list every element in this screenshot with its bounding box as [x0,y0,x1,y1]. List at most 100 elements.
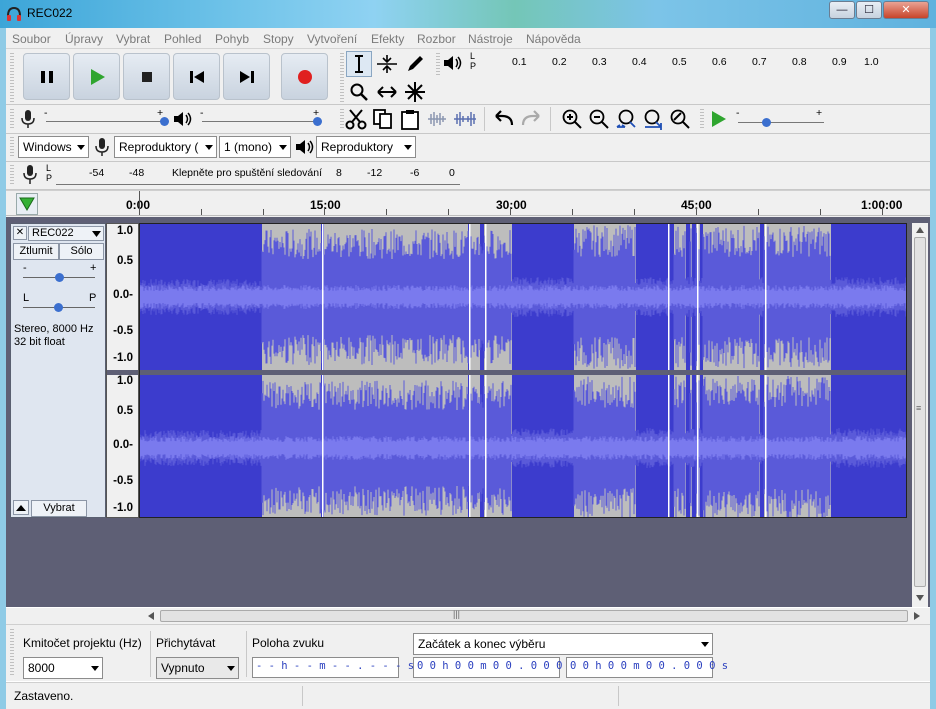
playback-tick: 0.1 [512,56,527,68]
skip-to-end-button[interactable] [223,53,270,100]
recording-volume-slider[interactable] [46,121,164,122]
menu-vytvoreni[interactable]: Vytvoření [307,32,357,46]
toolbar-gripper[interactable] [10,137,14,157]
zoom-tool[interactable] [346,79,372,105]
pause-button[interactable] [23,53,70,100]
menu-rozbor[interactable]: Rozbor [417,32,456,46]
playback-device-select[interactable]: Reproduktory [316,136,416,158]
toolbar-gripper[interactable] [10,109,14,129]
toolbar-gripper[interactable] [340,109,344,129]
recording-device-select[interactable]: Reproduktory ( [114,136,217,158]
trim-audio-icon[interactable] [426,110,448,128]
maximize-button[interactable]: ☐ [856,1,882,19]
ruler-tick [696,207,697,215]
play-at-speed-icon[interactable] [709,109,729,129]
project-rate-select[interactable]: 8000 [23,657,103,679]
record-tick: 8 [336,167,342,179]
menu-soubor[interactable]: Soubor [12,32,51,46]
record-button[interactable] [281,53,328,100]
chevron-down-icon [92,231,101,237]
track-close-button[interactable]: ✕ [13,226,27,240]
scroll-down-icon[interactable] [916,595,924,601]
track-control-panel[interactable]: ✕ REC022 Ztlumit Sólo - + L P Stereo, 80… [10,223,106,518]
redo-icon[interactable] [519,109,543,129]
collapse-track-button[interactable] [13,500,29,515]
window-frame-right [930,28,936,709]
scroll-left-icon[interactable] [148,612,154,620]
close-window-button[interactable]: ✕ [883,1,929,19]
minimize-button[interactable]: — [829,1,855,19]
selection-tool[interactable] [346,51,372,77]
toolbar-gripper[interactable] [436,53,440,75]
horizontal-scroll-thumb[interactable] [160,610,908,622]
solo-button[interactable]: Sólo [59,243,104,260]
multi-tool[interactable] [402,79,428,105]
snap-to-select[interactable]: Vypnuto [156,657,239,679]
menu-vybrat[interactable]: Vybrat [116,32,150,46]
envelope-tool[interactable] [374,51,400,77]
gain-slider-thumb[interactable] [55,273,64,282]
microphone-icon [95,138,109,156]
menu-nastroje[interactable]: Nástroje [468,32,513,46]
menu-upravy[interactable]: Úpravy [65,32,103,46]
toolbar-gripper[interactable] [10,629,14,677]
selection-start-field[interactable]: 0 0 h 0 0 m 0 0 . 0 0 0 s [413,657,575,678]
play-button[interactable] [73,53,120,100]
scroll-up-icon[interactable] [916,227,924,233]
menu-pohled[interactable]: Pohled [164,32,201,46]
amplitude-ruler[interactable]: 1.0 0.5 0.0- -0.5 -1.0 1.0 0.5 0.0- -0.5… [106,223,139,518]
skip-to-start-button[interactable] [173,53,220,100]
slider-minus: - [736,107,740,119]
vertical-scrollbar[interactable]: ≡ [912,223,928,607]
undo-icon[interactable] [492,109,516,129]
playback-volume-thumb[interactable] [313,117,322,126]
clip-marker [668,375,670,517]
silence-audio-icon[interactable] [453,110,477,128]
toolbar-gripper[interactable] [10,165,14,185]
timeline-options-button[interactable] [16,193,38,215]
horizontal-scrollbar[interactable]: ||| [6,608,930,624]
audio-host-select[interactable]: Windows [18,136,89,158]
selection-end-field[interactable]: 0 0 h 0 0 m 0 0 . 0 0 0 s [566,657,728,678]
scroll-right-icon[interactable] [914,612,920,620]
play-speed-slider[interactable] [738,122,824,123]
chevron-up-icon [16,505,26,511]
track-name: REC022 [32,227,74,239]
time-shift-tool[interactable] [374,79,400,105]
audio-host-value: Windows [23,140,72,154]
menu-pohyb[interactable]: Pohyb [215,32,249,46]
copy-icon[interactable] [372,108,394,130]
zoom-in-icon[interactable] [561,108,583,130]
select-track-button[interactable]: Vybrat [31,500,87,517]
menu-efekty[interactable]: Efekty [371,32,404,46]
mute-button[interactable]: Ztlumit [13,243,59,260]
toolbar-gripper[interactable] [700,109,704,129]
menu-stopy[interactable]: Stopy [263,32,294,46]
clip-marker [485,224,487,370]
stereo-waveform[interactable] [140,224,907,518]
menu-napoveda[interactable]: Nápověda [526,32,581,46]
play-speed-thumb[interactable] [762,118,771,127]
fit-selection-icon[interactable] [615,108,639,130]
timeline-ruler[interactable]: 0:00 15:00 30:00 45:00 1:00:00 [6,190,930,216]
speaker-icon [174,112,192,126]
audio-position-field[interactable]: - - h - - m - - . - - - s [252,657,414,678]
pan-slider-thumb[interactable] [54,303,63,312]
toolbar-gripper[interactable] [10,53,14,105]
waveform-rms [140,436,906,460]
ruler-tick [572,209,573,215]
playback-volume-slider[interactable] [202,121,320,122]
zoom-out-icon[interactable] [588,108,610,130]
cut-icon[interactable] [345,108,367,130]
recording-channels-select[interactable]: 1 (mono) [219,136,291,158]
selection-mode-select[interactable]: Začátek a konec výběru [413,633,713,655]
stop-button[interactable] [123,53,170,100]
zoom-toggle-icon[interactable] [669,108,691,130]
paste-icon[interactable] [399,108,421,130]
waveform-view[interactable] [139,223,907,518]
draw-tool[interactable] [402,51,428,77]
fit-project-icon[interactable] [642,108,666,130]
track-name-menu[interactable]: REC022 [28,226,104,241]
recording-volume-thumb[interactable] [160,117,169,126]
toolbar-gripper[interactable] [340,53,344,105]
